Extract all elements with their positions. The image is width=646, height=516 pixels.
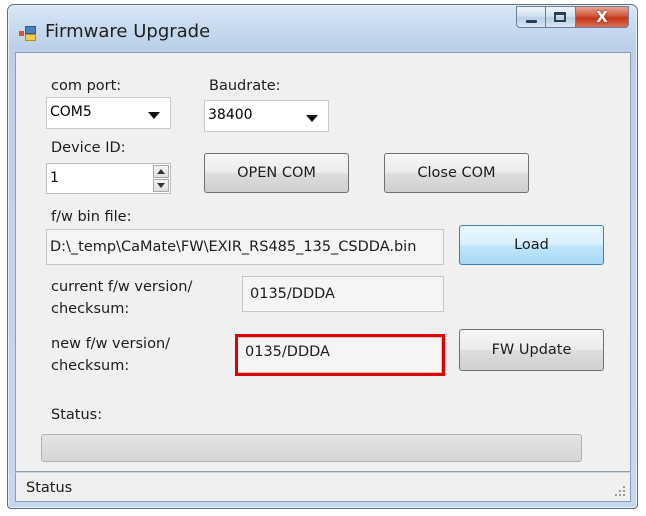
stepper-up-button[interactable]: [153, 165, 169, 178]
device-id-value: 1: [50, 170, 59, 186]
minimize-icon: [526, 20, 537, 23]
maximize-icon: [554, 12, 566, 22]
title-bar[interactable]: Firmware Upgrade X: [8, 5, 637, 52]
maximize-button[interactable]: [546, 6, 576, 28]
com-port-value: COM5: [50, 104, 92, 120]
open-com-button[interactable]: OPEN COM: [204, 153, 349, 193]
bin-file-label: f/w bin file:: [51, 209, 132, 225]
bin-file-path-field[interactable]: D:\_temp\CaMate\FW\EXIR_RS485_135_CSDDA.…: [46, 229, 444, 265]
load-button[interactable]: Load: [459, 225, 604, 265]
baudrate-label: Baudrate:: [209, 78, 281, 94]
current-version-field: 0135/DDDA: [242, 276, 444, 312]
current-version-label-line2: checksum:: [51, 301, 130, 317]
stepper-down-button[interactable]: [153, 179, 169, 192]
arrow-down-icon: [157, 183, 165, 188]
minimize-button[interactable]: [516, 6, 546, 28]
resize-grip-icon[interactable]: [614, 485, 626, 497]
close-button[interactable]: X: [576, 6, 629, 28]
bin-file-path-value: D:\_temp\CaMate\FW\EXIR_RS485_135_CSDDA.…: [50, 239, 417, 255]
status-bar: Status: [15, 472, 631, 502]
status-label: Status:: [51, 407, 103, 423]
form-client-area: com port: COM5 Baudrate: 38400 Device ID…: [15, 52, 631, 472]
com-port-label: com port:: [51, 78, 122, 94]
device-id-label: Device ID:: [51, 140, 126, 156]
fw-update-label: FW Update: [491, 342, 572, 358]
new-version-label-line1: new f/w version/: [51, 336, 171, 352]
status-bar-text: Status: [26, 480, 73, 496]
window-title: Firmware Upgrade: [45, 21, 211, 42]
open-com-label: OPEN COM: [237, 165, 316, 181]
device-id-stepper[interactable]: 1: [46, 163, 171, 194]
chevron-down-icon: [306, 115, 318, 122]
current-version-label-line1: current f/w version/: [51, 279, 193, 295]
new-version-label-line2: checksum:: [51, 358, 130, 374]
current-version-value: 0135/DDDA: [250, 286, 335, 302]
close-icon: X: [596, 8, 608, 26]
arrow-up-icon: [157, 169, 165, 174]
app-icon: [19, 26, 36, 41]
fw-update-button[interactable]: FW Update: [459, 329, 604, 371]
close-com-label: Close COM: [417, 165, 496, 181]
chevron-down-icon: [148, 112, 160, 119]
baudrate-value: 38400: [208, 107, 253, 123]
com-port-select[interactable]: COM5: [46, 97, 171, 129]
baudrate-select[interactable]: 38400: [204, 100, 329, 132]
progress-bar: [41, 434, 582, 462]
load-label: Load: [514, 237, 549, 253]
caption-buttons: X: [516, 6, 629, 30]
close-com-button[interactable]: Close COM: [384, 153, 529, 193]
highlight-box: [235, 334, 445, 376]
firmware-upgrade-window: Firmware Upgrade X com port: COM5 Baudra…: [7, 4, 638, 509]
